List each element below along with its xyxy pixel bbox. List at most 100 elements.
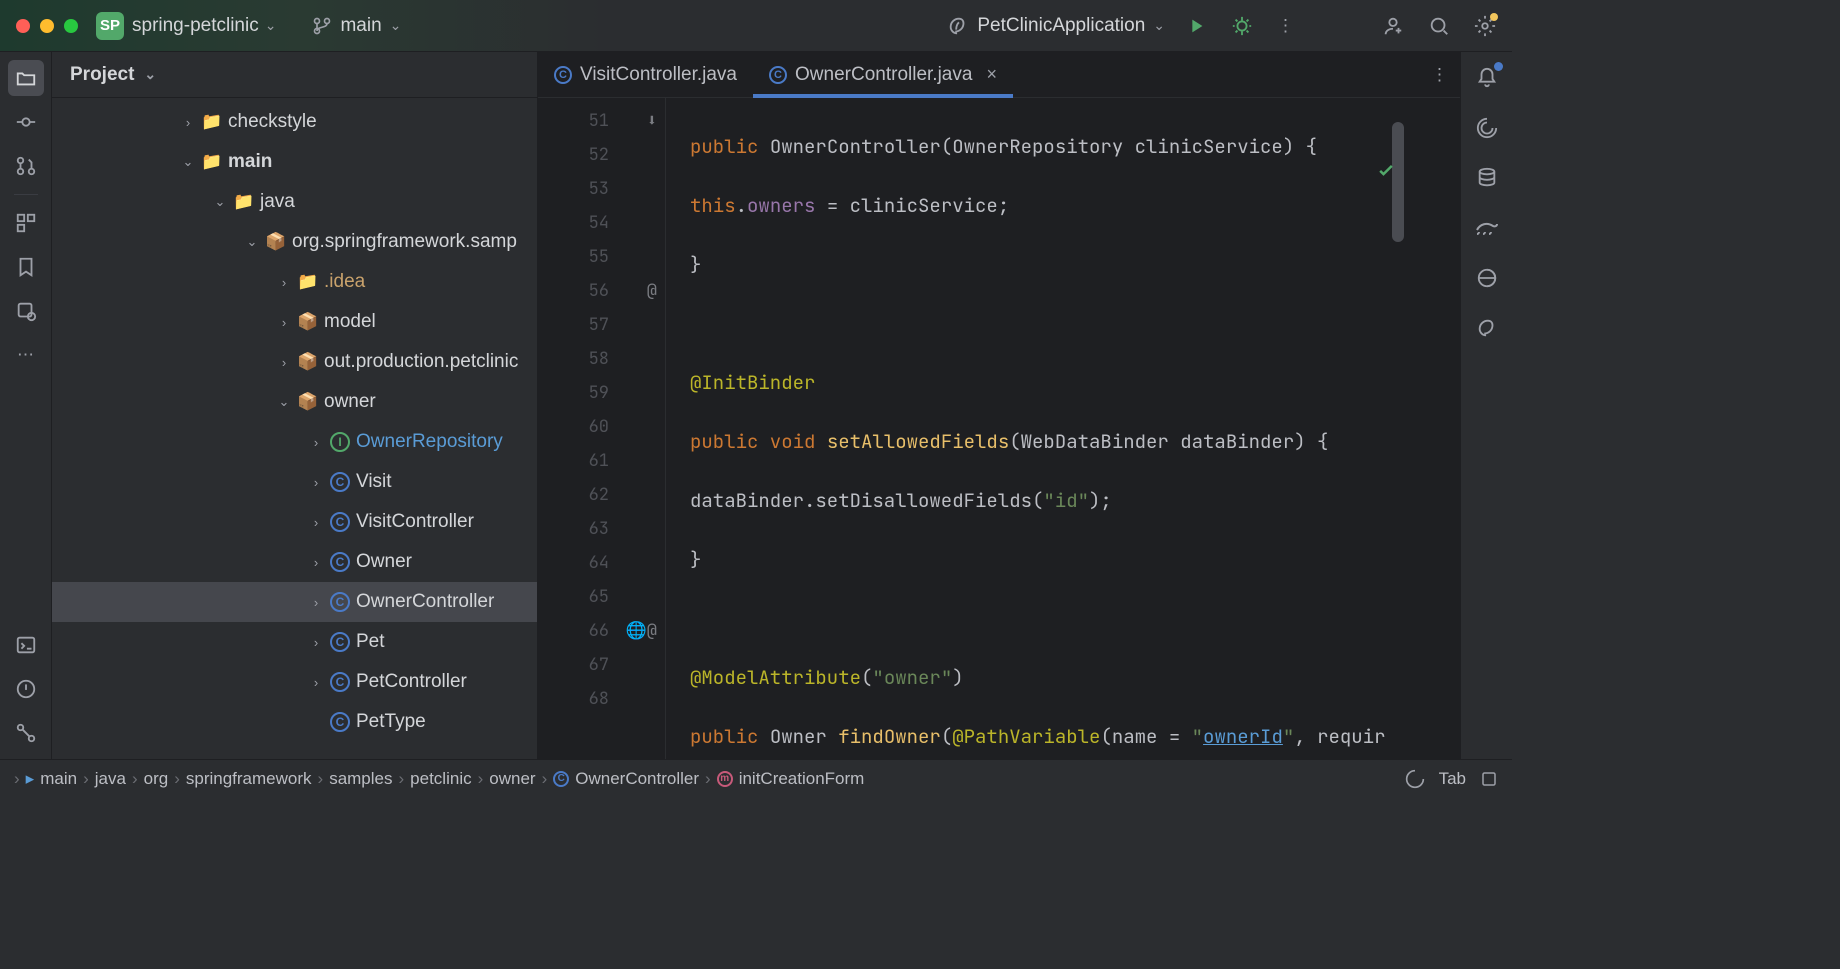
ai-icon[interactable] xyxy=(1469,110,1505,146)
gutter-web-icon[interactable]: 🌐@ xyxy=(626,620,657,642)
tree-item-visit[interactable]: ›CVisit xyxy=(52,462,537,502)
tree-item-java[interactable]: ⌄📁java xyxy=(52,182,537,222)
commit-tool-icon[interactable] xyxy=(8,104,44,140)
line-number: 66 xyxy=(589,620,609,642)
code-area[interactable]: public OwnerController(OwnerRepository c… xyxy=(666,98,1460,759)
tree-item-visit-controller[interactable]: ›CVisitController xyxy=(52,502,537,542)
chevron-right-icon: › xyxy=(276,355,292,370)
code-with-me-icon[interactable] xyxy=(1382,15,1404,37)
database-tool-icon[interactable] xyxy=(8,293,44,329)
debug-button[interactable] xyxy=(1231,15,1253,37)
breadcrumb-item[interactable]: java xyxy=(95,769,126,789)
class-icon: C xyxy=(330,712,350,732)
breadcrumb-item[interactable]: COwnerController xyxy=(553,769,699,789)
tree-item-idea[interactable]: ›📁.idea xyxy=(52,262,537,302)
close-button[interactable] xyxy=(16,19,30,33)
tree-item-owner-controller[interactable]: ›COwnerController xyxy=(52,582,537,622)
chevron-right-icon: › xyxy=(308,555,324,570)
tree-item-model[interactable]: ›📦model xyxy=(52,302,537,342)
left-tool-rail: ⋯ xyxy=(0,52,52,759)
vcs-branch[interactable]: main ⌄ xyxy=(312,15,401,37)
project-name[interactable]: spring-petclinic xyxy=(132,15,259,37)
project-panel-header[interactable]: Project ⌄ xyxy=(52,52,537,98)
breadcrumb-item[interactable]: ▸main xyxy=(26,769,77,789)
line-number: 65 xyxy=(589,586,609,608)
pull-requests-icon[interactable] xyxy=(8,148,44,184)
problems-tool-icon[interactable] xyxy=(8,671,44,707)
tree-item-out[interactable]: ›📦out.production.petclinic xyxy=(52,342,537,382)
package-icon: 📦 xyxy=(298,392,318,412)
tree-item-pet[interactable]: ›CPet xyxy=(52,622,537,662)
status-tab-label[interactable]: Tab xyxy=(1439,769,1466,789)
structure-tool-icon[interactable] xyxy=(8,205,44,241)
chevron-right-icon: › xyxy=(308,595,324,610)
search-icon[interactable] xyxy=(1428,15,1450,37)
tree-item-owner-class[interactable]: ›COwner xyxy=(52,542,537,582)
chevron-down-icon: ⌄ xyxy=(212,194,228,210)
class-icon: C xyxy=(330,672,350,692)
line-number: 55 xyxy=(589,246,609,268)
line-number: 60 xyxy=(589,416,609,438)
class-icon: C xyxy=(330,552,350,572)
spring-icon[interactable] xyxy=(1469,310,1505,346)
tree-item-owner[interactable]: ⌄📦owner xyxy=(52,382,537,422)
database-icon[interactable] xyxy=(1469,160,1505,196)
class-icon: C xyxy=(769,66,787,84)
terminal-tool-icon[interactable] xyxy=(8,627,44,663)
interface-icon: I xyxy=(330,432,350,452)
tree-item-pet-controller[interactable]: ›CPetController xyxy=(52,662,537,702)
chevron-right-icon: › xyxy=(308,635,324,650)
line-number: 68 xyxy=(589,688,609,710)
chevron-down-icon[interactable]: ⌄ xyxy=(265,17,277,34)
tree-item-checkstyle[interactable]: ›📁checkstyle xyxy=(52,102,537,142)
chevron-right-icon: › xyxy=(180,115,196,130)
chevron-right-icon: › xyxy=(308,515,324,530)
more-button[interactable]: ⋮ xyxy=(1277,16,1294,36)
close-icon[interactable]: × xyxy=(986,64,997,85)
breadcrumb-item[interactable]: owner xyxy=(489,769,535,789)
folder-icon: 📁 xyxy=(202,152,222,172)
maximize-button[interactable] xyxy=(64,19,78,33)
status-ai-icon[interactable] xyxy=(1405,769,1425,789)
gutter-override-icon[interactable]: ⬇ xyxy=(647,110,657,132)
notifications-icon[interactable] xyxy=(1469,60,1505,96)
settings-icon[interactable] xyxy=(1474,15,1496,37)
more-tools-icon[interactable]: ⋯ xyxy=(8,337,44,373)
breadcrumb-item[interactable]: springframework xyxy=(186,769,312,789)
check-icon[interactable] xyxy=(1376,160,1396,185)
tab-visit-controller[interactable]: CVisitController.java xyxy=(538,52,753,97)
folder-icon: 📁 xyxy=(234,192,254,212)
bookmarks-tool-icon[interactable] xyxy=(8,249,44,285)
titlebar: SP spring-petclinic ⌄ main ⌄ PetClinicAp… xyxy=(0,0,1512,52)
run-configuration[interactable]: PetClinicApplication ⌄ xyxy=(947,15,1165,37)
class-icon: C xyxy=(554,66,572,84)
folder-icon: 📁 xyxy=(202,112,222,132)
breadcrumb-item[interactable]: petclinic xyxy=(410,769,471,789)
editor-panel: CVisitController.java COwnerController.j… xyxy=(538,52,1460,759)
breadcrumb-item[interactable]: minitCreationForm xyxy=(717,769,865,789)
maven-icon[interactable] xyxy=(1469,260,1505,296)
breadcrumb-item[interactable]: samples xyxy=(329,769,392,789)
minimize-button[interactable] xyxy=(40,19,54,33)
tree-item-main[interactable]: ⌄📁main xyxy=(52,142,537,182)
editor-body[interactable]: 51⬇ 52 53 54 55 56@ 57 58 59 60 61 62 63… xyxy=(538,98,1460,759)
chevron-down-icon: ⌄ xyxy=(1153,17,1165,34)
line-number: 67 xyxy=(589,654,609,676)
tree-item-package[interactable]: ⌄📦org.springframework.samp xyxy=(52,222,537,262)
run-button[interactable] xyxy=(1185,15,1207,37)
status-settings-icon[interactable] xyxy=(1480,770,1498,788)
tab-more-button[interactable]: ⋮ xyxy=(1431,65,1448,85)
gutter-annotation-icon[interactable]: @ xyxy=(647,280,657,302)
breadcrumb-item[interactable]: org xyxy=(144,769,169,789)
right-tool-rail xyxy=(1460,52,1512,759)
tree-item-owner-repository[interactable]: ›IOwnerRepository xyxy=(52,422,537,462)
tree-item-pet-type[interactable]: CPetType xyxy=(52,702,537,742)
project-tool-icon[interactable] xyxy=(8,60,44,96)
tab-owner-controller[interactable]: COwnerController.java× xyxy=(753,52,1013,97)
gutter: 51⬇ 52 53 54 55 56@ 57 58 59 60 61 62 63… xyxy=(538,98,666,759)
line-number: 63 xyxy=(589,518,609,540)
statusbar: › ▸main › java › org › springframework ›… xyxy=(0,759,1512,797)
run-config-name: PetClinicApplication xyxy=(977,15,1145,37)
gradle-icon[interactable] xyxy=(1469,210,1505,246)
vcs-tool-icon[interactable] xyxy=(8,715,44,751)
